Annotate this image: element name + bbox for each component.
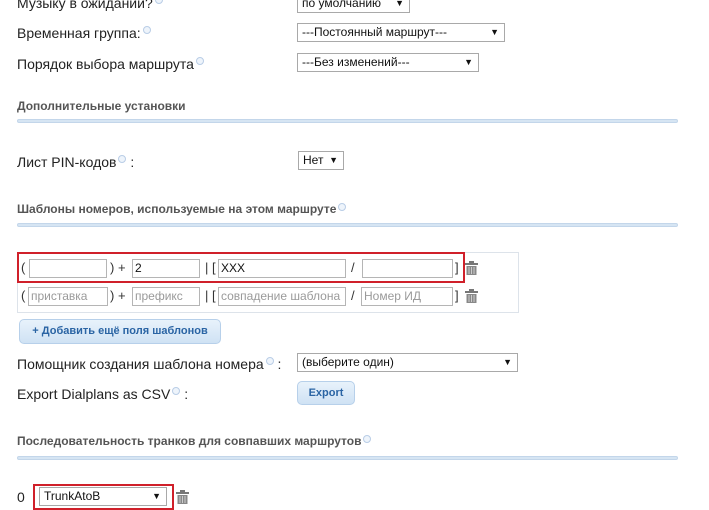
dropdown-arrow-icon: ▼: [464, 57, 473, 67]
help-icon[interactable]: [338, 203, 347, 211]
wizard-select-value: (выберите один): [302, 355, 394, 369]
help-icon[interactable]: [142, 26, 151, 34]
time-group-select-value: ---Постоянный маршрут---: [302, 25, 447, 39]
wizard-colon: :: [277, 356, 282, 372]
wizard-label: Помощник создания шаблона номера: [17, 356, 264, 372]
match-pattern-input[interactable]: совпадение шаблона: [218, 287, 346, 306]
close-bracket: ]: [455, 288, 459, 303]
section-title-trunks-text: Последовательность транков для совпавших…: [17, 434, 362, 448]
pin-select[interactable]: Нет ▼: [298, 151, 344, 170]
export-colon: :: [184, 386, 189, 402]
slash: /: [351, 288, 355, 303]
section-title-patterns-text: Шаблоны номеров, используемые на этом ма…: [17, 202, 337, 216]
prepend-input[interactable]: приставка: [28, 287, 108, 306]
dropdown-arrow-icon: ▼: [490, 27, 499, 37]
open-paren: (: [21, 288, 26, 303]
route-order-select-value: ---Без изменений---: [302, 55, 410, 69]
time-group-label: Временная группа:: [17, 25, 141, 41]
route-order-row: Порядок выбора маршрута: [17, 56, 204, 72]
highlight-frame: [17, 252, 465, 283]
pin-row: Лист PIN-кодов :: [17, 154, 134, 170]
hold-music-select-value: по умолчанию: [302, 0, 382, 10]
wizard-row: Помощник создания шаблона номера :: [17, 356, 281, 372]
dropdown-arrow-icon: ▼: [329, 155, 338, 165]
help-icon[interactable]: [363, 435, 372, 443]
section-divider: [17, 456, 678, 460]
help-icon[interactable]: [265, 357, 274, 365]
delete-trunk-icon[interactable]: [176, 490, 189, 504]
section-title-trunks: Последовательность транков для совпавших…: [17, 434, 372, 448]
help-icon[interactable]: [195, 57, 204, 65]
close-paren-plus: ) +: [110, 288, 126, 303]
section-divider: [17, 119, 678, 123]
highlight-frame: [33, 484, 174, 510]
help-icon[interactable]: [172, 387, 181, 395]
time-group-select[interactable]: ---Постоянный маршрут--- ▼: [297, 23, 505, 42]
pin-select-value: Нет: [303, 153, 324, 167]
trunk-index: 0: [17, 489, 25, 505]
route-order-select[interactable]: ---Без изменений--- ▼: [297, 53, 479, 72]
pin-colon: :: [130, 154, 135, 170]
section-divider: [17, 223, 678, 227]
help-icon[interactable]: [154, 0, 163, 4]
route-order-label: Порядок выбора маршрута: [17, 56, 194, 72]
help-icon[interactable]: [118, 155, 127, 163]
export-row: Export Dialplans as CSV :: [17, 386, 188, 402]
hold-music-select[interactable]: по умолчанию ▼: [297, 0, 410, 13]
export-label: Export Dialplans as CSV: [17, 386, 171, 402]
time-group-row: Временная группа:: [17, 25, 151, 41]
delete-pattern-icon[interactable]: [465, 261, 478, 275]
hold-music-label: Музыку в ожидании?: [17, 0, 153, 11]
pin-label: Лист PIN-кодов: [17, 154, 117, 170]
add-pattern-fields-button[interactable]: + Добавить ещё поля шаблонов: [19, 319, 221, 344]
dropdown-arrow-icon: ▼: [503, 357, 512, 367]
hold-music-row: Музыку в ожидании?: [17, 0, 163, 11]
dropdown-arrow-icon: ▼: [395, 0, 404, 8]
export-button[interactable]: Export: [297, 381, 355, 405]
pipe-bracket: | [: [205, 288, 216, 303]
callerid-input[interactable]: Номер ИД: [361, 287, 453, 306]
section-title-patterns: Шаблоны номеров, используемые на этом ма…: [17, 202, 347, 216]
prefix-input[interactable]: префикс: [132, 287, 200, 306]
delete-pattern-icon[interactable]: [465, 289, 478, 303]
wizard-select[interactable]: (выберите один) ▼: [297, 353, 518, 372]
section-title-additional: Дополнительные установки: [17, 99, 186, 113]
